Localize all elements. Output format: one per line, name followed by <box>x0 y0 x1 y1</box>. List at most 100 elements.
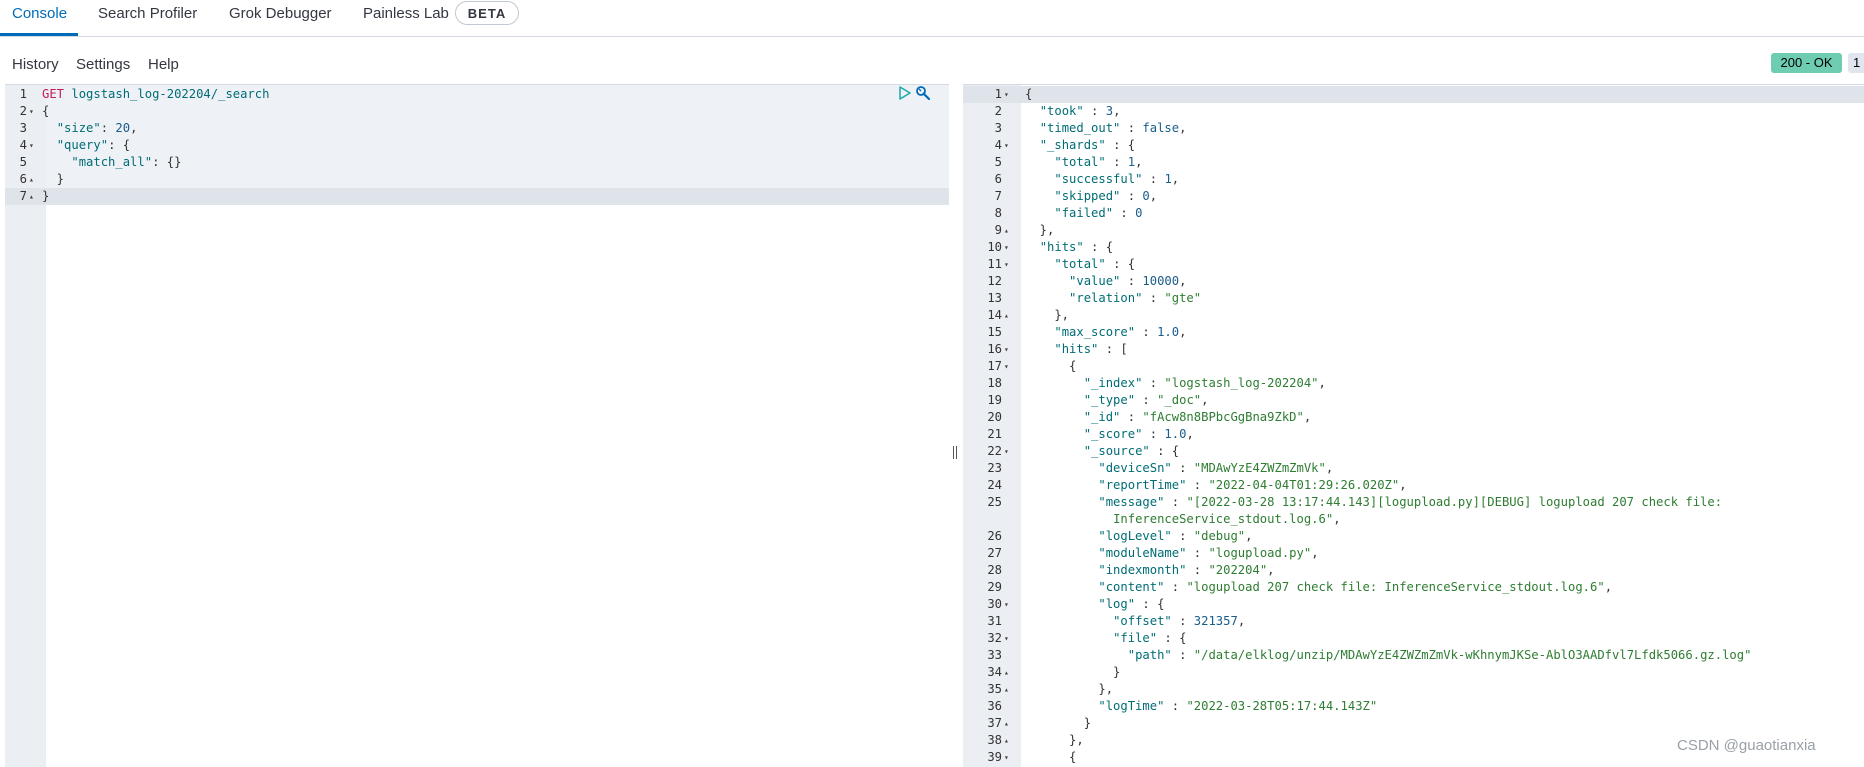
line-number: 37 <box>987 716 1002 730</box>
fold-open-icon[interactable]: ▾ <box>1004 86 1009 103</box>
line-number: 16 <box>987 342 1002 356</box>
fold-open-icon[interactable]: ▾ <box>1004 137 1009 154</box>
code-token: , <box>1179 121 1187 135</box>
code-token: , <box>1245 529 1253 543</box>
fold-close-icon[interactable]: ▴ <box>1004 715 1009 732</box>
code-token: , <box>1186 427 1194 441</box>
request-editor[interactable]: 1 GET logstash_log-202204/_search 2 ▾{3 "si… <box>5 84 949 767</box>
fold-open-icon[interactable]: ▾ <box>1004 256 1009 273</box>
code-text: "_index" : "logstash_log-202204", <box>1025 375 1326 392</box>
fold-open-icon[interactable]: ▾ <box>1004 358 1009 375</box>
line-number: 27 <box>987 546 1002 560</box>
fold-close-icon[interactable]: ▴ <box>1004 681 1009 698</box>
fold-close-icon[interactable]: ▴ <box>1004 732 1009 749</box>
code-token: : <box>1120 410 1143 424</box>
active-line-highlight <box>5 188 949 205</box>
code-token: , <box>1171 172 1180 186</box>
code-token: , <box>1201 393 1209 407</box>
code-text: "content" : "logupload 207 check file: I… <box>1025 579 1612 596</box>
code-text: "_shards" : { <box>1025 137 1135 154</box>
fold-close-icon[interactable]: ▴ <box>29 171 34 188</box>
code-token: "deviceSn" <box>1098 461 1172 475</box>
code-token: "2022-04-04T01:29:26.020Z" <box>1208 478 1400 492</box>
tab-grok-debugger[interactable]: Grok Debugger <box>229 0 332 36</box>
response-viewer[interactable]: 1 ▾{2 "took" : 3, 3 "timed_out" : false, 4 ▾… <box>963 84 1864 767</box>
response-line: 2 "took" : 3, <box>963 103 1864 120</box>
fold-close-icon[interactable]: ▴ <box>1004 307 1009 324</box>
response-line: 8 "failed" : 0 <box>963 205 1864 222</box>
tab-search-profiler[interactable]: Search Profiler <box>98 0 197 36</box>
code-token: "debug" <box>1193 529 1246 543</box>
menu-history[interactable]: History <box>12 56 59 73</box>
code-text: "log" : { <box>1025 596 1164 613</box>
code-text: "logTime" : "2022-03-28T05:17:44.143Z" <box>1025 698 1377 715</box>
code-token: "logLevel" <box>1098 529 1172 543</box>
code-token: : <box>1186 563 1209 577</box>
line-number: 1 <box>994 87 1002 101</box>
code-token: "file" <box>1113 631 1158 645</box>
code-token: 20 <box>115 121 131 135</box>
code-token: "total" <box>1054 155 1106 169</box>
code-token: { <box>42 104 50 118</box>
fold-open-icon[interactable]: ▾ <box>1004 596 1009 613</box>
code-token: }, <box>1025 733 1084 747</box>
fold-open-icon[interactable]: ▾ <box>29 137 34 154</box>
fold-open-icon[interactable]: ▾ <box>1004 341 1009 358</box>
tab-painless-lab[interactable]: Painless Lab <box>363 0 449 36</box>
fold-close-icon[interactable]: ▴ <box>1004 664 1009 681</box>
response-line: 14 ▴ }, <box>963 307 1864 324</box>
code-text: "hits" : [ <box>1025 341 1127 358</box>
code-token: : { <box>1105 257 1136 271</box>
code-token: "query" <box>56 138 109 152</box>
code-token: logstash_log-202204/_search <box>71 87 270 101</box>
code-token: "_type" <box>1083 393 1136 407</box>
response-line: 35 ▴ }, <box>963 681 1864 698</box>
line-number: 9 <box>994 223 1002 237</box>
menu-help[interactable]: Help <box>148 56 179 73</box>
fold-close-icon[interactable]: ▴ <box>29 188 34 205</box>
pane-resize-handle[interactable] <box>953 446 959 460</box>
code-token: : <box>1142 376 1165 390</box>
code-text: "max_score" : 1.0, <box>1025 324 1186 341</box>
tab-console[interactable]: Console <box>12 0 67 36</box>
fold-close-icon[interactable]: ▴ <box>1004 222 1009 239</box>
fold-open-icon[interactable]: ▾ <box>1004 443 1009 460</box>
line-number: 39 <box>987 750 1002 764</box>
code-token: "total" <box>1054 257 1106 271</box>
code-token: 3 <box>1105 104 1114 118</box>
code-token: "gte" <box>1164 291 1202 305</box>
code-text: } <box>1025 664 1120 681</box>
code-token: 1.0 <box>1157 325 1180 339</box>
code-token: { <box>1025 87 1033 101</box>
play-icon[interactable] <box>897 85 913 101</box>
menu-settings[interactable]: Settings <box>76 56 130 73</box>
code-token: : <box>1120 121 1143 135</box>
code-token: }, <box>1025 223 1055 237</box>
active-line-highlight <box>963 86 1864 103</box>
fold-open-icon[interactable]: ▾ <box>1004 630 1009 647</box>
code-text: "timed_out" : false, <box>1025 120 1187 137</box>
line-number: 13 <box>987 291 1002 305</box>
line-number: 7 <box>994 189 1002 203</box>
code-token: "successful" <box>1054 172 1143 186</box>
code-text: "successful" : 1, <box>1025 171 1179 188</box>
fold-open-icon[interactable]: ▾ <box>1004 239 1009 256</box>
top-tab-bar: Console Search Profiler Grok Debugger Pa… <box>0 0 1864 37</box>
fold-open-icon[interactable]: ▾ <box>29 103 34 120</box>
code-text: "indexmonth" : "202204", <box>1025 562 1274 579</box>
fold-open-icon[interactable]: ▾ <box>1004 749 1009 766</box>
wrench-icon[interactable] <box>915 85 931 101</box>
response-line: 10 ▾ "hits" : { <box>963 239 1864 256</box>
code-token: , <box>1179 325 1187 339</box>
line-number: 11 <box>987 257 1002 271</box>
code-token: } <box>1025 665 1121 679</box>
